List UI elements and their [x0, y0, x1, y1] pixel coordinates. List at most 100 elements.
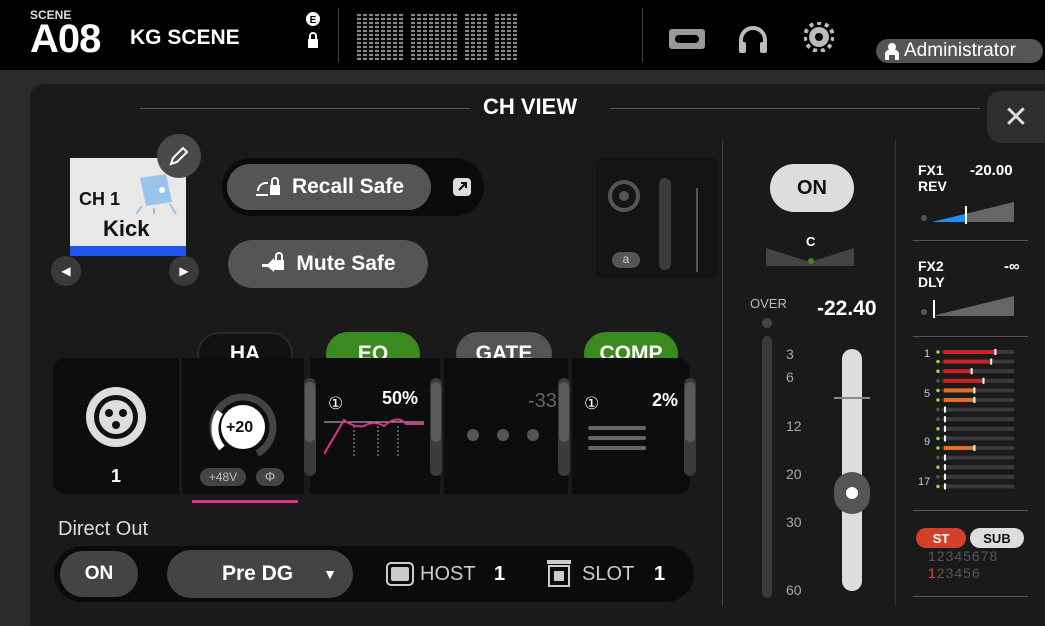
- mix-on-indicator: [936, 369, 940, 373]
- scale-tick: 3: [786, 346, 794, 362]
- mix-on-indicator: [936, 446, 940, 450]
- st-bus-button[interactable]: ST: [916, 528, 966, 548]
- comp-meter: [588, 436, 646, 440]
- mix-on-indicator: [936, 398, 940, 402]
- gate-value: -33: [528, 390, 557, 412]
- fader-level: -22.40: [817, 297, 877, 320]
- mix-send-level: [944, 398, 974, 402]
- phase-button[interactable]: Φ: [256, 468, 284, 486]
- gate-card[interactable]: -33: [444, 358, 570, 494]
- pan-knob[interactable]: [766, 244, 856, 266]
- direct-out-point-select[interactable]: Pre DG ▼: [167, 550, 353, 598]
- user-badge[interactable]: Administrator: [876, 39, 1043, 63]
- mix-send-marker: [944, 425, 946, 432]
- eq-card[interactable]: ① 50%: [304, 358, 442, 494]
- mix-label: 5: [924, 388, 931, 400]
- mix-send-level: [944, 350, 995, 354]
- comp-marker: ①: [584, 394, 600, 413]
- recall-safe-button[interactable]: Recall Safe: [227, 164, 431, 210]
- comp-slider[interactable]: [684, 378, 696, 476]
- arrow-left-icon: ◀: [61, 264, 71, 278]
- mix-send-marker: [944, 454, 946, 461]
- scale-tick: 60: [786, 582, 802, 598]
- mix-send-marker: [944, 473, 946, 480]
- close-button[interactable]: ✕: [987, 91, 1045, 143]
- eq-slider[interactable]: [430, 378, 442, 476]
- scale-tick: 30: [786, 514, 802, 530]
- title-rule: [610, 108, 980, 109]
- gate-slider[interactable]: [558, 378, 570, 476]
- channel-meters[interactable]: [357, 14, 517, 60]
- mix-send-marker: [994, 349, 997, 355]
- channel-name: Kick: [103, 216, 150, 241]
- ha-slider[interactable]: [304, 378, 316, 476]
- mix-send-marker: [982, 377, 985, 384]
- mix-send-level: [944, 369, 971, 374]
- mix-on-indicator: [936, 427, 940, 431]
- comp-card[interactable]: ① 2%: [572, 358, 696, 494]
- fx1-send-slider[interactable]: [918, 198, 1018, 224]
- mix-on-indicator: [936, 359, 940, 364]
- scene-number[interactable]: A08: [30, 17, 101, 62]
- ha-card[interactable]: +20 +48V Φ: [182, 358, 304, 494]
- mix-send-track: [942, 417, 1014, 422]
- headphones-icon[interactable]: [737, 25, 769, 55]
- mix-send-track: [942, 484, 1014, 489]
- fx2-send-slider[interactable]: [918, 292, 1018, 318]
- mix-send-level: [944, 378, 983, 383]
- prev-channel-button[interactable]: ◀: [51, 256, 81, 286]
- host-value[interactable]: 1: [494, 563, 505, 586]
- eq-marker: ①: [328, 394, 344, 413]
- drum-icon: [135, 174, 177, 214]
- next-channel-button[interactable]: ▶: [169, 256, 199, 286]
- panel-title: CH VIEW: [483, 94, 578, 119]
- input-port-number: 1: [111, 466, 122, 486]
- direct-out-on-button[interactable]: ON: [60, 551, 138, 597]
- direct-out-point-value: Pre DG: [221, 562, 294, 585]
- input-port-icon: [608, 180, 640, 212]
- external-link-icon[interactable]: [451, 176, 473, 198]
- mix-send-marker: [944, 483, 946, 490]
- separator: [913, 240, 1028, 241]
- mix-send-marker: [990, 358, 993, 365]
- lock-icon[interactable]: [307, 32, 319, 48]
- slot-value[interactable]: 1: [654, 563, 665, 586]
- sub-bus-button[interactable]: SUB: [970, 528, 1024, 548]
- scene-name[interactable]: KG SCENE: [130, 26, 240, 50]
- edit-name-button[interactable]: [157, 134, 201, 178]
- gate-dots: [467, 429, 539, 441]
- scale-tick: 6: [786, 369, 794, 385]
- divider: [338, 8, 339, 62]
- settings-gear-icon[interactable]: [804, 22, 834, 52]
- mix-send-marker: [944, 416, 946, 423]
- mix-send-track: [942, 407, 1014, 412]
- channel-color-bar: [70, 246, 186, 256]
- mix-send-marker: [970, 368, 973, 375]
- dropdown-arrow-icon: ▼: [323, 566, 337, 582]
- mix-on-indicator: [936, 407, 940, 412]
- input-port-card[interactable]: 1: [53, 358, 179, 494]
- mix-send-track: [942, 426, 1014, 431]
- pencil-icon: [169, 146, 189, 166]
- close-icon: ✕: [1003, 100, 1029, 134]
- mute-lock-icon: [262, 252, 285, 272]
- fx2-type: DLY: [918, 274, 945, 290]
- scale-tick: 20: [786, 466, 802, 482]
- bus-row-1: 12345678: [928, 548, 999, 564]
- phantom-power-button[interactable]: +48V: [200, 468, 246, 486]
- slot-icon: [547, 560, 571, 587]
- mix-send-meters[interactable]: [918, 346, 1018, 498]
- mute-safe-button[interactable]: Mute Safe: [228, 240, 428, 288]
- separator: [913, 510, 1028, 511]
- recorder-icon[interactable]: [668, 27, 706, 51]
- fader-knob[interactable]: [834, 472, 870, 514]
- user-icon: [885, 43, 899, 60]
- section-divider: [722, 140, 723, 606]
- insert-slider[interactable]: [659, 178, 671, 270]
- mix-send-marker: [973, 387, 976, 394]
- channel-on-button[interactable]: ON: [770, 164, 854, 212]
- fx2-name: FX2: [918, 258, 944, 274]
- fader-track[interactable]: [842, 349, 862, 591]
- host-icon: [386, 562, 414, 586]
- bus-row-2-rest: 23456: [936, 565, 981, 581]
